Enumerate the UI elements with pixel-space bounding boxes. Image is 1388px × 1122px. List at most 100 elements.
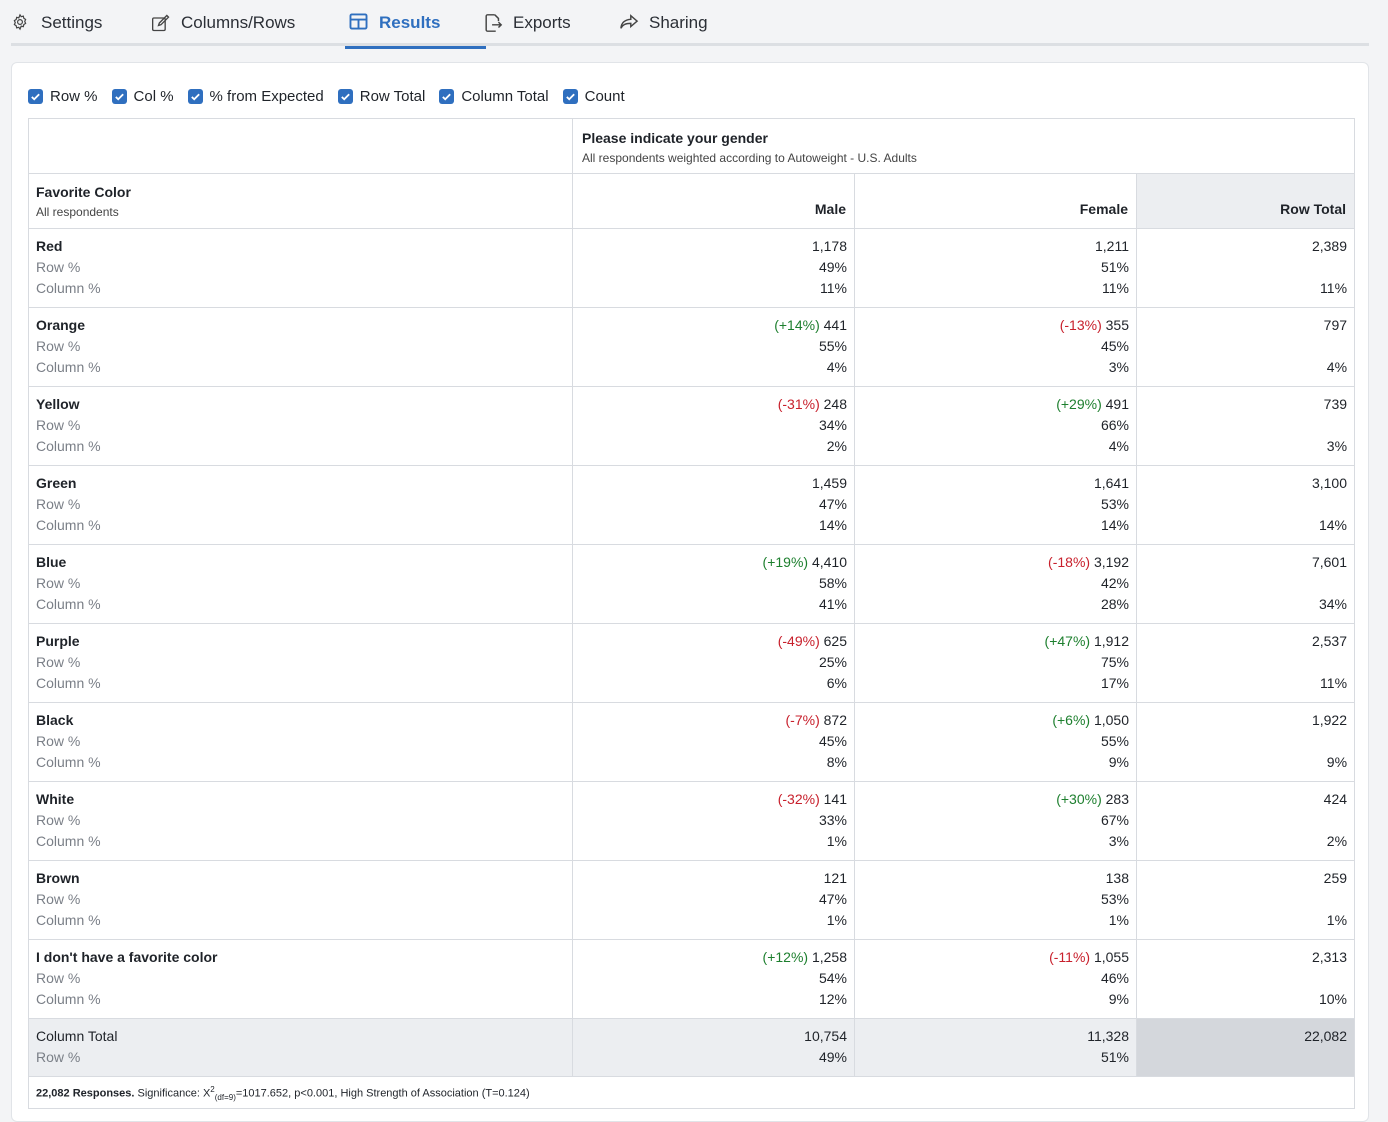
significance-footer: 22,082 Responses. Significance: X2(df=9)…	[27, 1076, 1356, 1109]
row-pct-label: Row %	[36, 1049, 81, 1065]
male-cell: (-32%) 141 33% 1%	[572, 781, 855, 861]
tab-columns-rows[interactable]: Columns/Rows	[151, 0, 295, 46]
table-row: Brown Row % Column % 121 47% 1% 138 53% 1% 259 1%	[28, 860, 1356, 940]
count-line: 1,178	[580, 236, 847, 257]
row-total-column-pct: 2%	[1326, 833, 1348, 849]
row-pct-value: 45%	[1100, 338, 1129, 354]
female-cell: (+47%) 1,912 75% 17%	[854, 623, 1137, 703]
row-total-spacer	[1144, 336, 1347, 357]
row-pct-value: 53%	[1100, 891, 1129, 907]
pct-from-expected: (+47%)	[1044, 633, 1091, 649]
row-total-column-pct: 9%	[1326, 754, 1348, 770]
table-row: I don't have a favorite color Row % Column…	[28, 939, 1356, 1019]
column-pct-label: Column %	[36, 912, 101, 928]
option-label: Row Total	[359, 88, 426, 105]
share-icon	[619, 13, 639, 33]
tab-sharing[interactable]: Sharing	[619, 0, 708, 46]
row-pct-value: 75%	[1100, 654, 1129, 670]
column-pct-value: 41%	[818, 596, 847, 612]
row-label-cell: Yellow Row % Column %	[28, 386, 573, 466]
pct-from-expected: (-49%)	[777, 633, 820, 649]
count-value: 138	[1105, 870, 1129, 886]
pct-from-expected: (-13%)	[1059, 317, 1102, 333]
option-count[interactable]: Count	[562, 88, 625, 105]
male-cell: (-49%) 625 25% 6%	[572, 623, 855, 703]
table-icon	[349, 13, 369, 33]
row-label-cell: Purple Row % Column %	[28, 623, 573, 703]
male-cell: 1,459 47% 14%	[572, 465, 855, 545]
row-pct-value: 51%	[1100, 259, 1129, 275]
row-category-label: Brown	[36, 870, 80, 886]
count-value: 1,258	[811, 949, 847, 965]
option-column-total[interactable]: Column Total	[439, 88, 549, 105]
pct-from-expected: (-11%)	[1049, 949, 1091, 965]
column-pct-label: Column %	[36, 675, 101, 691]
count-line: (+19%) 4,410	[580, 552, 847, 573]
column-pct-value: 8%	[826, 754, 847, 770]
row-total-count: 1,922	[1311, 712, 1348, 728]
tab-results[interactable]: Results	[344, 0, 488, 49]
checkbox-checked-icon[interactable]	[439, 89, 455, 104]
responses-count: 22,082 Responses.	[36, 1087, 135, 1100]
pct-from-expected: (+30%)	[1056, 791, 1102, 807]
option-col-pct[interactable]: Col %	[111, 88, 174, 105]
row-total-column-pct: 4%	[1326, 359, 1348, 375]
checkbox-checked-icon[interactable]	[28, 89, 43, 104]
row-label-cell: Orange Row % Column %	[28, 307, 573, 387]
option-row-total[interactable]: Row Total	[337, 88, 426, 105]
row-total-cell: 3,100 14%	[1135, 465, 1356, 545]
column-pct-value: 14%	[1100, 517, 1129, 533]
degrees-of-freedom: (df=9)	[214, 1092, 236, 1102]
pct-from-expected: (-18%)	[1048, 554, 1091, 570]
row-total-column-pct: 3%	[1326, 438, 1348, 454]
table-row: Orange Row % Column % (+14%) 441 55% 4% (-13%)…	[28, 307, 1356, 387]
count-value: 625	[823, 633, 847, 649]
row-question-cell: Favorite Color All respondents	[28, 173, 573, 229]
count-line: 138	[862, 868, 1129, 889]
row-total-cell: 259 1%	[1135, 860, 1356, 940]
row-total-cell: 2,537 11%	[1135, 623, 1356, 703]
row-total-column-pct: 34%	[1318, 596, 1348, 612]
row-category-label: White	[36, 791, 75, 807]
row-category-label: Red	[36, 238, 63, 254]
column-total-count: 11,328	[1087, 1028, 1129, 1044]
row-total-count: 3,100	[1311, 475, 1348, 491]
row-category-label: Black	[36, 712, 74, 728]
count-line: (-49%) 625	[580, 631, 847, 652]
row-pct-value: 46%	[1100, 970, 1129, 986]
row-pct-value: 55%	[1100, 733, 1129, 749]
row-category-label: I don't have a favorite color	[36, 949, 218, 965]
row-total-cell: 424 2%	[1135, 781, 1356, 861]
count-value: 1,178	[811, 238, 847, 254]
checkbox-checked-icon[interactable]	[337, 89, 353, 104]
column-pct-value: 1%	[826, 912, 847, 928]
row-label-cell: White Row % Column %	[28, 781, 573, 861]
checkbox-checked-icon[interactable]	[111, 89, 127, 104]
checkbox-checked-icon[interactable]	[562, 89, 578, 104]
column-total-row: Column Total Row % 10,754 49% 11,328 51% 22,08…	[28, 1018, 1356, 1077]
column-pct-value: 17%	[1100, 675, 1129, 691]
row-total-cell: 739 3%	[1135, 386, 1356, 466]
column-question-title: Please indicate your gender	[582, 130, 768, 146]
count-value: 283	[1105, 791, 1129, 807]
column-total-label: Column Total	[36, 1028, 118, 1044]
row-question-title: Favorite Color	[36, 184, 131, 200]
column-pct-value: 11%	[820, 280, 847, 296]
option-row-pct[interactable]: Row %	[28, 88, 98, 105]
checkbox-checked-icon[interactable]	[187, 89, 203, 104]
row-total-spacer	[1144, 968, 1347, 989]
row-total-spacer	[1144, 810, 1347, 831]
table-row: Purple Row % Column % (-49%) 625 25% 6% (+47%)…	[28, 623, 1356, 703]
pct-from-expected: (-32%)	[777, 791, 820, 807]
tab-exports[interactable]: Exports	[483, 0, 571, 46]
tab-settings[interactable]: Settings	[11, 0, 102, 46]
count-line: 121	[580, 868, 847, 889]
tab-label: Sharing	[649, 13, 708, 32]
table-row: White Row % Column % (-32%) 141 33% 1% (+30%) …	[28, 781, 1356, 861]
option-pct-from-expected[interactable]: % from Expected	[187, 88, 324, 105]
row-label-cell: Blue Row % Column %	[28, 544, 573, 624]
count-line: (+29%) 491	[862, 394, 1129, 415]
male-cell: (+14%) 441 55% 4%	[572, 307, 855, 387]
row-pct-value: 54%	[818, 970, 847, 986]
column-pct-label: Column %	[36, 359, 101, 375]
